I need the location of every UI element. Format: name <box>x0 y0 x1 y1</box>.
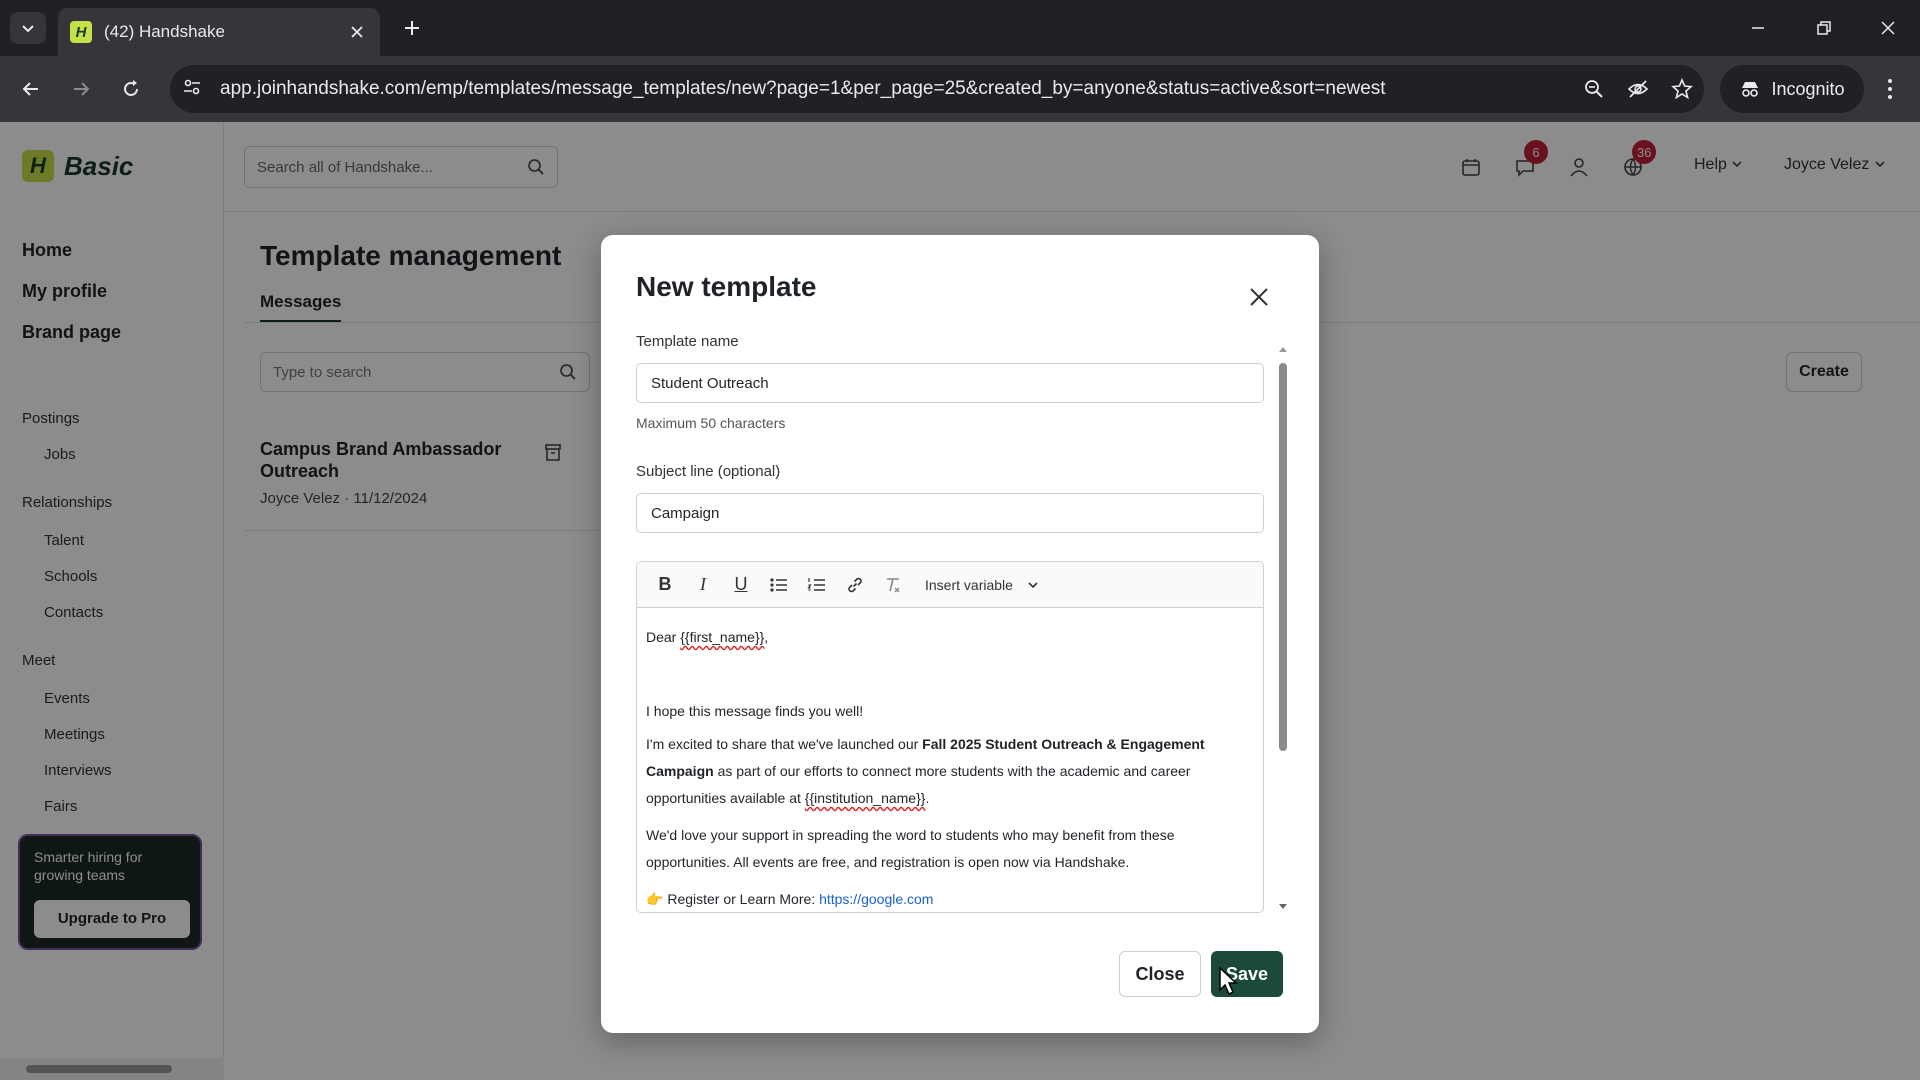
editor-body[interactable]: Dear {{first_name}}, I hope this message… <box>637 608 1263 912</box>
pointing-hand-icon: 👉 <box>646 891 664 907</box>
handshake-favicon-icon: H <box>70 21 92 43</box>
url-text: app.joinhandshake.com/emp/templates/mess… <box>220 78 1386 99</box>
subject-label: Subject line (optional) <box>636 463 781 480</box>
insert-variable-dropdown[interactable]: Insert variable <box>925 577 1039 593</box>
chevron-down-icon <box>22 25 34 33</box>
greeting-line: Dear {{first_name}}, <box>646 624 1255 651</box>
address-bar[interactable]: app.joinhandshake.com/emp/templates/mess… <box>170 65 1704 113</box>
p2-text-c: . <box>925 790 930 806</box>
underline-icon[interactable]: U <box>725 569 757 601</box>
paragraph-2: I'm excited to share that we've launched… <box>646 731 1255 812</box>
numbered-list-icon[interactable] <box>801 569 833 601</box>
back-arrow-icon[interactable] <box>12 70 50 108</box>
link-icon[interactable] <box>839 569 871 601</box>
browser-tab-bar: H (42) Handshake <box>0 0 1920 56</box>
reload-icon[interactable] <box>112 70 150 108</box>
close-button[interactable]: Close <box>1119 951 1201 997</box>
insert-variable-label: Insert variable <box>925 576 1013 593</box>
template-name-help: Maximum 50 characters <box>636 415 786 431</box>
modal-scrollbar[interactable] <box>1276 343 1290 913</box>
incognito-label: Incognito <box>1771 78 1845 99</box>
clear-format-icon[interactable] <box>877 569 909 601</box>
p2-text-a: I'm excited to share that we've launched… <box>646 736 923 752</box>
paragraph-4: 👉 Register or Learn More: https://google… <box>646 886 1255 912</box>
editor-toolbar: B I U Insert variable <box>637 562 1263 608</box>
italic-icon[interactable]: I <box>687 569 719 601</box>
tab-title: (42) Handshake <box>104 22 225 41</box>
minimize-icon[interactable] <box>1732 8 1784 48</box>
template-name-input[interactable]: Student Outreach <box>636 363 1264 403</box>
restore-icon[interactable] <box>1798 8 1850 48</box>
scroll-up-arrow-icon[interactable] <box>1276 343 1290 355</box>
incognito-indicator[interactable]: Incognito <box>1720 65 1864 113</box>
browser-tab[interactable]: H (42) Handshake <box>58 8 380 56</box>
template-name-label: Template name <box>636 333 739 350</box>
tab-close-icon[interactable] <box>346 21 368 43</box>
subject-input[interactable]: Campaign <box>636 493 1264 533</box>
site-settings-icon[interactable] <box>182 77 202 102</box>
zoom-icon[interactable] <box>1572 67 1616 111</box>
greeting-text: Dear <box>646 629 681 645</box>
template-name-value: Student Outreach <box>651 374 769 392</box>
paragraph-1: I hope this message finds you well! <box>646 703 864 719</box>
bookmark-star-icon[interactable] <box>1660 67 1704 111</box>
register-label: Register or Learn More: <box>663 891 820 907</box>
chevron-down-icon <box>1028 581 1038 588</box>
greeting-suffix: , <box>764 629 769 645</box>
subject-value: Campaign <box>651 504 720 522</box>
window-close-icon[interactable] <box>1862 8 1914 48</box>
paragraph-3: We'd love your support in spreading the … <box>646 827 1175 870</box>
scroll-down-arrow-icon[interactable] <box>1276 901 1290 913</box>
first-name-variable: {{first_name}} <box>680 629 765 645</box>
modal-title: New template <box>636 271 817 302</box>
browser-toolbar: app.joinhandshake.com/emp/templates/mess… <box>0 56 1920 122</box>
message-editor[interactable]: B I U Insert variable Dear {{first_name}… <box>636 561 1264 913</box>
institution-name-variable: {{institution_name}} <box>804 790 926 806</box>
incognito-icon <box>1742 82 1759 97</box>
new-template-modal: New template Template name Student Outre… <box>601 235 1319 1033</box>
eye-off-icon[interactable] <box>1616 67 1660 111</box>
tab-search-button[interactable] <box>10 12 46 44</box>
browser-menu-icon[interactable] <box>1872 70 1908 108</box>
new-tab-plus-icon[interactable] <box>396 12 428 44</box>
bold-icon[interactable]: B <box>649 569 681 601</box>
scrollbar-thumb[interactable] <box>1279 363 1287 751</box>
bullet-list-icon[interactable] <box>763 569 795 601</box>
modal-close-icon[interactable] <box>1245 283 1273 311</box>
mouse-cursor-icon <box>1218 966 1240 1001</box>
register-link[interactable]: https://google.com <box>819 891 933 907</box>
forward-arrow-icon[interactable] <box>62 70 100 108</box>
